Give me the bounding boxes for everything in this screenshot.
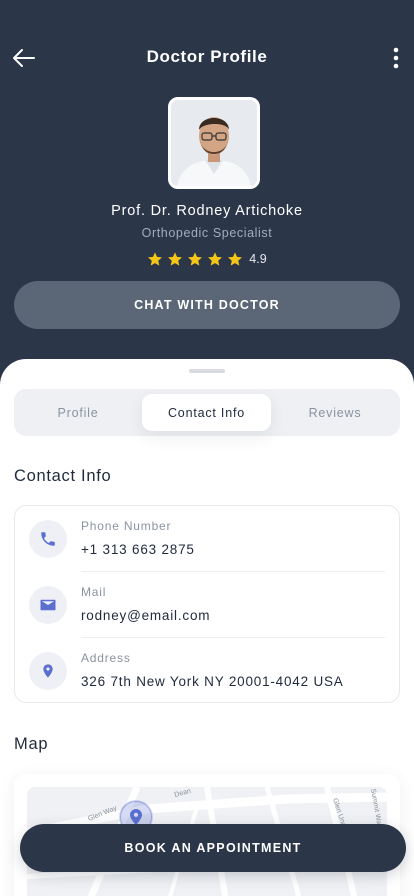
phone-icon-badge: [29, 520, 67, 558]
details-sheet: Profile Contact Info Reviews Contact Inf…: [0, 359, 414, 896]
location-pin-icon: [43, 664, 53, 678]
book-appointment-button[interactable]: BOOK AN APPOINTMENT: [20, 824, 406, 872]
star-icon: [228, 252, 243, 266]
contact-row-phone[interactable]: Phone Number +1 313 663 2875: [15, 506, 401, 572]
more-options-button[interactable]: [384, 44, 408, 72]
tab-reviews[interactable]: Reviews: [276, 394, 394, 431]
more-vertical-icon: [393, 47, 399, 69]
tab-profile[interactable]: Profile: [20, 394, 136, 431]
mail-value: rodney@email.com: [81, 608, 211, 623]
sheet-grip-handle[interactable]: [189, 369, 225, 373]
location-icon-badge: [29, 652, 67, 690]
phone-icon: [41, 532, 55, 546]
mail-icon-badge: [29, 586, 67, 624]
rating-value: 4.9: [249, 252, 267, 266]
mail-icon: [40, 599, 56, 611]
tab-bar: Profile Contact Info Reviews: [14, 389, 400, 436]
map-section-title: Map: [14, 735, 49, 753]
star-icon: [188, 252, 203, 266]
chat-with-doctor-button[interactable]: CHAT WITH DOCTOR: [14, 281, 400, 329]
mail-label: Mail: [81, 585, 107, 599]
contact-row-mail[interactable]: Mail rodney@email.com: [15, 572, 401, 638]
star-icon: [208, 252, 223, 266]
address-label: Address: [81, 651, 131, 665]
address-value: 326 7th New York NY 20001-4042 USA: [81, 674, 344, 689]
contact-row-address[interactable]: Address 326 7th New York NY 20001-4042 U…: [15, 638, 401, 704]
phone-value: +1 313 663 2875: [81, 542, 195, 557]
doctor-specialty: Orthopedic Specialist: [141, 226, 273, 240]
page-title: Doctor Profile: [146, 47, 268, 66]
doctor-name: Prof. Dr. Rodney Artichoke: [111, 203, 303, 219]
contact-card: Phone Number +1 313 663 2875 Mail rodney…: [14, 505, 400, 703]
star-icon: [168, 252, 183, 266]
star-icon: [148, 252, 163, 266]
profile-header: Doctor Profile Prof. Dr. Rodney Artichok…: [0, 0, 414, 380]
doctor-avatar: [168, 97, 260, 189]
tab-contact-info[interactable]: Contact Info: [142, 394, 271, 431]
phone-label: Phone Number: [81, 519, 172, 533]
contact-section-title: Contact Info: [14, 467, 112, 485]
rating: 4.9: [0, 251, 414, 267]
